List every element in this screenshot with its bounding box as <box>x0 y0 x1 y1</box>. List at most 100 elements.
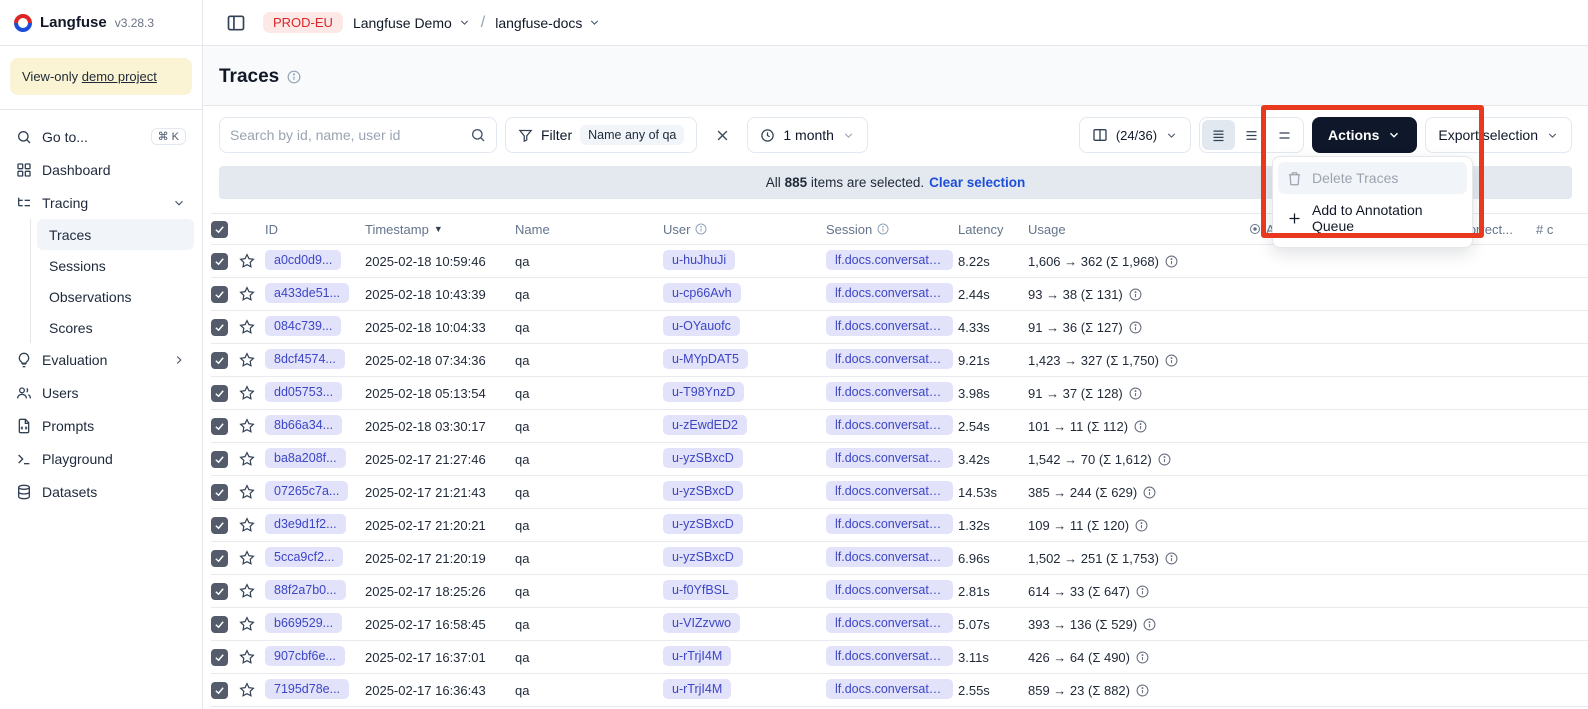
trace-id-badge[interactable]: d3e9d1f2... <box>265 514 346 534</box>
row-height-large-icon[interactable] <box>1268 120 1301 150</box>
info-icon[interactable] <box>1158 453 1171 466</box>
user-badge[interactable]: u-OYauofc <box>663 316 740 336</box>
star-icon[interactable] <box>239 451 265 467</box>
star-icon[interactable] <box>239 649 265 665</box>
info-icon[interactable] <box>1136 684 1149 697</box>
star-icon[interactable] <box>239 418 265 434</box>
session-badge[interactable]: lf.docs.conversation... <box>826 547 953 567</box>
trace-id-badge[interactable]: 07265c7a... <box>265 481 348 501</box>
info-icon[interactable] <box>1129 321 1142 334</box>
user-badge[interactable]: u-MYpDAT5 <box>663 349 748 369</box>
actions-button[interactable]: Actions <box>1312 117 1417 153</box>
session-badge[interactable]: lf.docs.conversation... <box>826 679 953 699</box>
info-icon[interactable] <box>1143 486 1156 499</box>
session-badge[interactable]: lf.docs.conversation... <box>826 415 953 435</box>
star-icon[interactable] <box>239 517 265 533</box>
user-badge[interactable]: u-yzSBxcD <box>663 481 743 501</box>
time-range-button[interactable]: 1 month <box>747 117 868 153</box>
session-badge[interactable]: lf.docs.conversation... <box>826 250 953 270</box>
session-badge[interactable]: lf.docs.conversation... <box>826 580 953 600</box>
sidebar-item-dashboard[interactable]: Dashboard <box>8 153 194 186</box>
user-badge[interactable]: u-yzSBxcD <box>663 448 743 468</box>
project-switcher[interactable]: langfuse-docs <box>495 15 601 31</box>
trace-id-badge[interactable]: 8b66a34... <box>265 415 342 435</box>
demo-project-link[interactable]: demo project <box>82 69 157 84</box>
session-badge[interactable]: lf.docs.conversation... <box>826 382 953 402</box>
star-icon[interactable] <box>239 583 265 599</box>
trace-id-badge[interactable]: a433de51... <box>265 283 349 303</box>
column-header-user[interactable]: User <box>663 222 826 237</box>
trace-id-badge[interactable]: 8dcf4574... <box>265 349 345 369</box>
trace-id-badge[interactable]: 7195d78e... <box>265 679 349 699</box>
row-checkbox[interactable] <box>211 517 228 534</box>
menu-item-add-to-annotation-queue[interactable]: Add to Annotation Queue <box>1278 194 1467 242</box>
trace-id-badge[interactable]: b669529... <box>265 613 342 633</box>
row-checkbox[interactable] <box>211 253 228 270</box>
row-checkbox[interactable] <box>211 352 228 369</box>
sidebar-item-goto[interactable]: Go to... ⌘ K <box>8 120 194 153</box>
sidebar-item-datasets[interactable]: Datasets <box>8 475 194 508</box>
star-icon[interactable] <box>239 682 265 698</box>
column-header-timestamp[interactable]: Timestamp▼ <box>365 222 515 237</box>
sidebar-item-traces[interactable]: Traces <box>37 219 194 250</box>
column-header-c[interactable]: # c <box>1536 222 1584 237</box>
session-badge[interactable]: lf.docs.conversation... <box>826 514 953 534</box>
user-badge[interactable]: u-zEwdED2 <box>663 415 747 435</box>
columns-button[interactable]: (24/36) <box>1079 117 1191 153</box>
session-badge[interactable]: lf.docs.conversation... <box>826 283 953 303</box>
trace-id-badge[interactable]: a0cd0d9... <box>265 250 341 270</box>
row-checkbox[interactable] <box>211 484 228 501</box>
star-icon[interactable] <box>239 550 265 566</box>
info-icon[interactable] <box>1135 519 1148 532</box>
star-icon[interactable] <box>239 385 265 401</box>
star-icon[interactable] <box>239 484 265 500</box>
info-icon[interactable] <box>1165 552 1178 565</box>
session-badge[interactable]: lf.docs.conversation... <box>826 349 953 369</box>
star-icon[interactable] <box>239 286 265 302</box>
star-icon[interactable] <box>239 616 265 632</box>
sidebar-item-scores[interactable]: Scores <box>37 312 194 343</box>
trace-id-badge[interactable]: 907cbf6e... <box>265 646 345 666</box>
info-icon[interactable] <box>1165 255 1178 268</box>
session-badge[interactable]: lf.docs.conversation... <box>826 481 953 501</box>
sidebar-toggle-icon[interactable] <box>219 6 253 40</box>
user-badge[interactable]: u-yzSBxcD <box>663 514 743 534</box>
sidebar-item-tracing[interactable]: Tracing <box>8 186 194 219</box>
row-checkbox[interactable] <box>211 550 228 567</box>
row-height-small-icon[interactable] <box>1202 120 1235 150</box>
clear-selection-link[interactable]: Clear selection <box>929 175 1025 190</box>
user-badge[interactable]: u-huJhuJi <box>663 250 735 270</box>
star-icon[interactable] <box>239 319 265 335</box>
column-header-latency[interactable]: Latency <box>958 222 1028 237</box>
row-height-medium-icon[interactable] <box>1235 120 1268 150</box>
trace-id-badge[interactable]: 88f2a7b0... <box>265 580 346 600</box>
star-icon[interactable] <box>239 352 265 368</box>
user-badge[interactable]: u-rTrjI4M <box>663 646 731 666</box>
info-icon[interactable] <box>1129 288 1142 301</box>
column-header-usage[interactable]: Usage <box>1028 222 1249 237</box>
session-badge[interactable]: lf.docs.conversation... <box>826 316 953 336</box>
info-icon[interactable] <box>1165 354 1178 367</box>
clear-filter-icon[interactable] <box>705 118 739 152</box>
row-checkbox[interactable] <box>211 418 228 435</box>
search-icon[interactable] <box>470 127 486 143</box>
session-badge[interactable]: lf.docs.conversation... <box>826 448 953 468</box>
star-icon[interactable] <box>239 253 265 269</box>
sidebar-item-sessions[interactable]: Sessions <box>37 250 194 281</box>
menu-item-delete-traces[interactable]: Delete Traces <box>1278 162 1467 194</box>
trace-id-badge[interactable]: 084c739... <box>265 316 341 336</box>
info-icon[interactable] <box>1136 651 1149 664</box>
session-badge[interactable]: lf.docs.conversation... <box>826 613 953 633</box>
info-icon[interactable] <box>1134 420 1147 433</box>
user-badge[interactable]: u-VIZzvwo <box>663 613 740 633</box>
info-icon[interactable] <box>1136 585 1149 598</box>
row-checkbox[interactable] <box>211 583 228 600</box>
sidebar-item-playground[interactable]: Playground <box>8 442 194 475</box>
export-selection-button[interactable]: Export selection <box>1425 117 1572 153</box>
user-badge[interactable]: u-T98YnzD <box>663 382 744 402</box>
select-all-checkbox[interactable] <box>211 221 228 238</box>
sidebar-item-prompts[interactable]: Prompts <box>8 409 194 442</box>
row-checkbox[interactable] <box>211 616 228 633</box>
sidebar-item-observations[interactable]: Observations <box>37 281 194 312</box>
trace-id-badge[interactable]: 5cca9cf2... <box>265 547 343 567</box>
